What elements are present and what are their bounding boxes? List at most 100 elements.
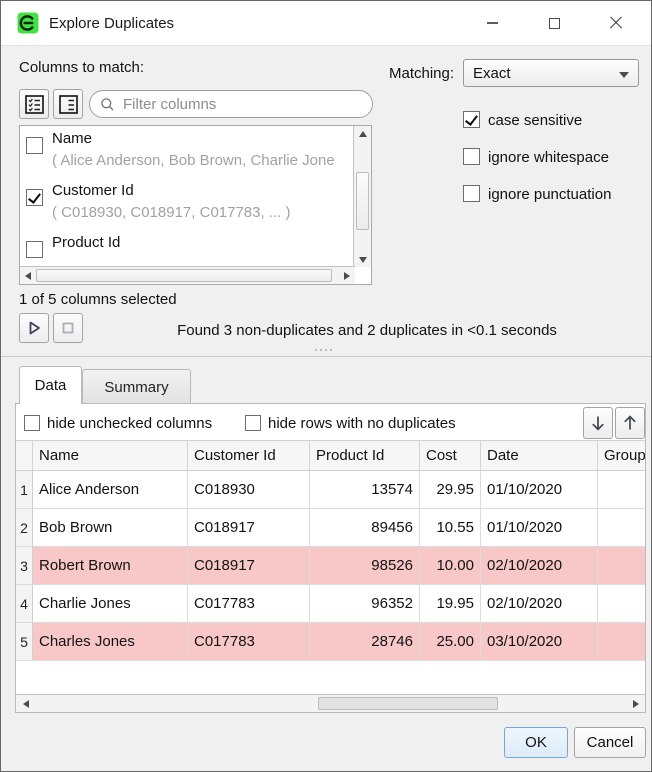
row-number: 5 — [16, 623, 33, 660]
uncheck-all-list-icon — [59, 95, 78, 114]
close-icon — [609, 16, 623, 30]
cell-product-id: 96352 — [310, 585, 420, 622]
hscroll-thumb[interactable] — [36, 269, 332, 282]
column-item-name[interactable]: Name ( Alice Anderson, Bob Brown, Charli… — [21, 127, 354, 179]
hide-rows-no-duplicates-label: hide rows with no duplicates — [268, 415, 456, 432]
filter-columns-input[interactable] — [121, 95, 362, 114]
ignore-punctuation-checkbox[interactable] — [463, 185, 480, 202]
matching-selected-value: Exact — [464, 65, 511, 82]
cell-name: Bob Brown — [33, 509, 188, 546]
minimize-button[interactable] — [461, 1, 523, 45]
hide-unchecked-columns-checkbox[interactable] — [24, 415, 40, 431]
column-item-label: Name — [52, 130, 92, 147]
tab-data[interactable]: Data — [19, 366, 82, 404]
maximize-icon — [549, 18, 560, 29]
column-header-date[interactable]: Date — [481, 441, 598, 470]
stop-button[interactable] — [53, 313, 83, 343]
table-hscroll-thumb[interactable] — [318, 697, 498, 710]
table-header-row: Name Customer Id Product Id Cost Date Gr… — [16, 440, 645, 471]
cell-customer-id: C017783 — [188, 623, 310, 660]
table-row-2[interactable]: 2 Bob Brown C018917 89456 10.55 01/10/20… — [16, 509, 645, 547]
filter-columns-field — [89, 90, 373, 118]
columns-list-viewport: Name ( Alice Anderson, Bob Brown, Charli… — [21, 127, 354, 267]
columns-list-hscrollbar[interactable] — [20, 266, 355, 284]
cancel-button[interactable]: Cancel — [574, 727, 646, 758]
hide-rows-no-duplicates-checkbox[interactable] — [245, 415, 261, 431]
cancel-button-label: Cancel — [587, 734, 634, 751]
columns-list-vscrollbar[interactable] — [353, 126, 371, 267]
columns-to-match-label: Columns to match: — [19, 59, 144, 76]
row-number: 1 — [16, 471, 33, 508]
table-row-1[interactable]: 1 Alice Anderson C018930 13574 29.95 01/… — [16, 471, 645, 509]
column-customer-id-checkbox[interactable] — [26, 189, 43, 206]
table-row-4[interactable]: 4 Charlie Jones C017783 96352 19.95 02/1… — [16, 585, 645, 623]
matching-select[interactable]: Exact — [463, 59, 639, 87]
move-down-button[interactable] — [583, 407, 613, 439]
scroll-right-button[interactable] — [628, 695, 643, 713]
maximize-button[interactable] — [523, 1, 585, 45]
cell-group — [598, 623, 645, 660]
scroll-up-button[interactable] — [354, 126, 372, 141]
arrow-down-icon — [589, 414, 607, 432]
selection-summary: 1 of 5 columns selected — [19, 291, 177, 308]
cell-group — [598, 509, 645, 546]
ignore-punctuation-label: ignore punctuation — [488, 186, 611, 203]
column-product-id-checkbox[interactable] — [26, 241, 43, 258]
stop-icon — [59, 319, 77, 337]
splitter-divider[interactable] — [1, 356, 652, 357]
column-item-product-id[interactable]: Product Id — [21, 231, 354, 267]
app-logo-icon — [17, 12, 39, 34]
cell-name: Robert Brown — [33, 547, 188, 584]
cell-cost: 10.00 — [420, 547, 481, 584]
cell-customer-id: C018930 — [188, 471, 310, 508]
cell-product-id: 98526 — [310, 547, 420, 584]
scroll-left-button[interactable] — [18, 695, 33, 713]
ok-button[interactable]: OK — [504, 727, 568, 758]
columns-list: Name ( Alice Anderson, Bob Brown, Charli… — [19, 125, 372, 285]
column-header-product-id[interactable]: Product Id — [310, 441, 420, 470]
vscroll-thumb[interactable] — [356, 172, 369, 230]
run-button[interactable] — [19, 313, 49, 343]
close-button[interactable] — [585, 1, 647, 45]
cell-group — [598, 585, 645, 622]
column-header-cost[interactable]: Cost — [420, 441, 481, 470]
uncheck-all-columns-button[interactable] — [53, 89, 83, 119]
table-row-5-duplicate[interactable]: 5 Charles Jones C017783 28746 25.00 03/1… — [16, 623, 645, 661]
scroll-down-button[interactable] — [354, 252, 372, 267]
triangle-left-icon — [23, 700, 29, 708]
titlebar[interactable]: Explore Duplicates — [1, 1, 651, 46]
triangle-right-icon — [344, 272, 350, 280]
case-sensitive-checkbox[interactable] — [463, 111, 480, 128]
column-item-label: Customer Id — [52, 182, 134, 199]
cell-cost: 25.00 — [420, 623, 481, 660]
cell-date: 03/10/2020 — [481, 623, 598, 660]
column-item-sample: ( Alice Anderson, Bob Brown, Charlie Jon… — [52, 152, 335, 169]
table-row-3-duplicate[interactable]: 3 Robert Brown C018917 98526 10.00 02/10… — [16, 547, 645, 585]
scroll-right-button[interactable] — [339, 267, 355, 285]
triangle-up-icon — [359, 131, 367, 137]
hide-unchecked-columns-label: hide unchecked columns — [47, 415, 212, 432]
scroll-left-button[interactable] — [20, 267, 35, 285]
explore-duplicates-dialog: Explore Duplicates Columns to match: Mat… — [0, 0, 652, 772]
triangle-left-icon — [25, 272, 31, 280]
column-header-group[interactable]: Group — [598, 441, 645, 470]
cell-customer-id: C017783 — [188, 585, 310, 622]
triangle-right-icon — [633, 700, 639, 708]
ignore-whitespace-checkbox[interactable] — [463, 148, 480, 165]
check-all-list-icon — [25, 95, 44, 114]
move-up-button[interactable] — [615, 407, 645, 439]
matching-label: Matching: — [389, 65, 454, 82]
column-item-label: Product Id — [52, 234, 120, 251]
column-name-checkbox[interactable] — [26, 137, 43, 154]
minimize-icon — [487, 22, 498, 24]
check-all-columns-button[interactable] — [19, 89, 49, 119]
splitter-handle-icon[interactable] — [315, 349, 332, 351]
table-hscrollbar[interactable] — [16, 694, 645, 712]
cell-name: Alice Anderson — [33, 471, 188, 508]
column-item-customer-id[interactable]: Customer Id ( C018930, C018917, C017783,… — [21, 179, 354, 231]
row-number-header — [16, 441, 33, 470]
column-header-customer-id[interactable]: Customer Id — [188, 441, 310, 470]
column-header-name[interactable]: Name — [33, 441, 188, 470]
window-title: Explore Duplicates — [49, 1, 174, 45]
tab-summary[interactable]: Summary — [82, 369, 191, 404]
